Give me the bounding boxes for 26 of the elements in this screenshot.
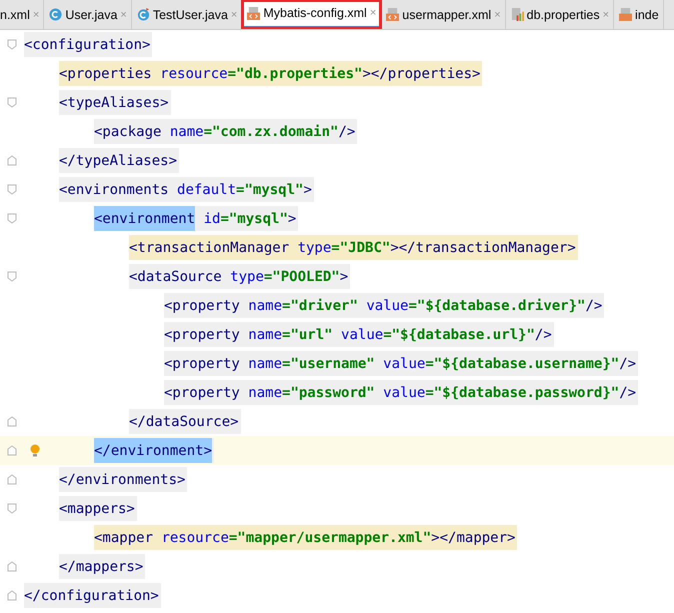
class-icon: [49, 8, 62, 21]
fold-marker-icon[interactable]: [7, 416, 17, 427]
editor-tab[interactable]: usermapper.xml ×: [381, 0, 506, 29]
fold-marker-icon[interactable]: [7, 39, 17, 50]
fold-marker-icon[interactable]: [7, 561, 17, 572]
properties-file-icon: [510, 8, 524, 21]
code-line: </environment>: [94, 438, 214, 463]
class-icon: [136, 8, 150, 21]
fold-marker-icon[interactable]: [7, 213, 17, 224]
editor-tab[interactable]: inde: [614, 0, 664, 29]
fold-marker-icon[interactable]: [7, 503, 17, 514]
fold-marker-icon[interactable]: [7, 97, 17, 108]
fold-marker-icon[interactable]: [7, 445, 17, 456]
fold-marker-icon[interactable]: [7, 184, 17, 195]
editor-tab[interactable]: n.xml ×: [0, 0, 44, 29]
xml-file-icon: [247, 6, 260, 20]
editor-tab[interactable]: Mybatis-config.xml ×: [242, 0, 382, 29]
editor-tab[interactable]: User.java ×: [44, 0, 132, 29]
fold-marker-icon[interactable]: [7, 474, 17, 485]
fold-marker-icon[interactable]: [7, 590, 17, 601]
jsp-file-icon: [619, 8, 632, 21]
editor-tab[interactable]: db.properties ×: [506, 0, 614, 29]
xml-file-icon: [386, 8, 400, 21]
fold-marker-icon[interactable]: [7, 155, 17, 166]
fold-marker-icon[interactable]: [7, 271, 17, 282]
light-bulb-icon[interactable]: [30, 444, 40, 457]
